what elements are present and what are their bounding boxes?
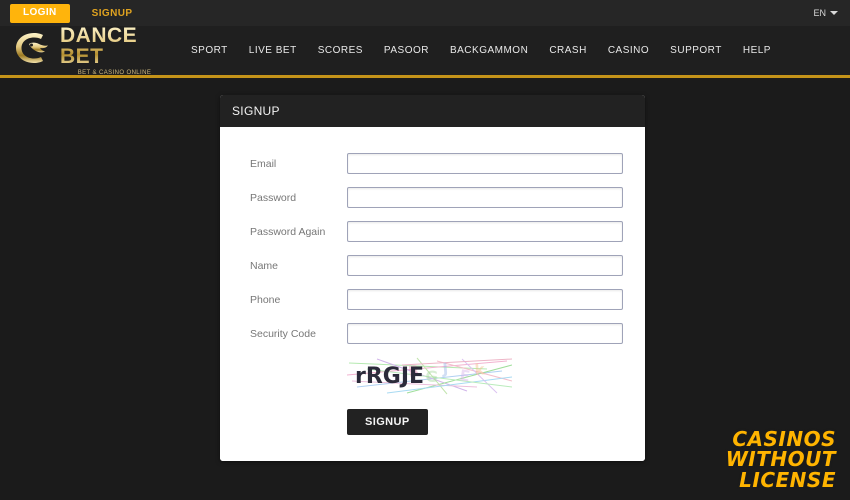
panel-title: SIGNUP <box>220 95 645 127</box>
label-password: Password <box>250 191 297 204</box>
language-selector[interactable]: EN <box>813 8 838 18</box>
signup-submit-button[interactable]: SIGNUP <box>347 409 428 435</box>
label-password-again: Password Again <box>250 225 326 238</box>
name-field[interactable] <box>347 255 623 276</box>
language-label: EN <box>813 8 826 18</box>
site-header: DANCE BET BET & CASINO ONLINE SPORT LIVE… <box>0 25 850 78</box>
top-utility-bar: LOGIN SIGNUP EN <box>0 0 850 26</box>
nav-item-live-bet[interactable]: LIVE BET <box>249 45 297 56</box>
signup-form: Email Password Password Again Name Phone… <box>220 127 645 461</box>
watermark-line-2: WITHOUT <box>725 447 836 472</box>
nav-item-casino[interactable]: CASINO <box>608 45 649 56</box>
watermark: CASINOS WITHOUT LICENSE <box>725 426 836 492</box>
dance-bet-emblem-icon <box>14 31 54 70</box>
login-button[interactable]: LOGIN <box>10 3 70 23</box>
signup-link[interactable]: SIGNUP <box>92 8 133 19</box>
nav-item-scores[interactable]: SCORES <box>318 45 363 56</box>
password-field[interactable] <box>347 187 623 208</box>
watermark-line-3: LICENSE <box>739 467 836 492</box>
nav-item-help[interactable]: HELP <box>743 45 771 56</box>
nav-item-backgammon[interactable]: BACKGAMMON <box>450 45 528 56</box>
phone-field[interactable] <box>347 289 623 310</box>
form-row-name: Name <box>250 255 623 276</box>
nav-item-pasoor[interactable]: PASOOR <box>384 45 429 56</box>
captcha-text: rRGJE <box>355 364 425 389</box>
svg-text:G: G <box>425 367 439 386</box>
main-navigation: SPORT LIVE BET SCORES PASOOR BACKGAMMON … <box>191 45 771 56</box>
form-row-password: Password <box>250 187 623 208</box>
logo-tagline: BET & CASINO ONLINE <box>77 70 152 76</box>
password-again-field[interactable] <box>347 221 623 242</box>
nav-item-crash[interactable]: CRASH <box>549 45 587 56</box>
nav-item-sport[interactable]: SPORT <box>191 45 228 56</box>
label-phone: Phone <box>250 293 281 306</box>
form-row-security-code: Security Code <box>250 323 623 344</box>
captcha-row: rRGJE R G J E k <box>347 357 623 395</box>
label-name: Name <box>250 259 279 272</box>
nav-item-support[interactable]: SUPPORT <box>670 45 722 56</box>
form-row-email: Email <box>250 153 623 174</box>
captcha-image[interactable]: rRGJE R G J E k <box>347 357 512 395</box>
label-security-code: Security Code <box>250 327 316 340</box>
form-row-phone: Phone <box>250 289 623 310</box>
chevron-down-icon <box>830 11 838 15</box>
form-row-password-again: Password Again <box>250 221 623 242</box>
logo[interactable]: DANCE BET BET & CASINO ONLINE <box>14 25 169 76</box>
logo-title: DANCE BET <box>60 25 169 67</box>
email-field[interactable] <box>347 153 623 174</box>
security-code-field[interactable] <box>347 323 623 344</box>
signup-panel: SIGNUP Email Password Password Again Nam… <box>220 95 645 461</box>
label-email: Email <box>250 157 277 170</box>
watermark-line-1: CASINOS <box>732 426 836 451</box>
